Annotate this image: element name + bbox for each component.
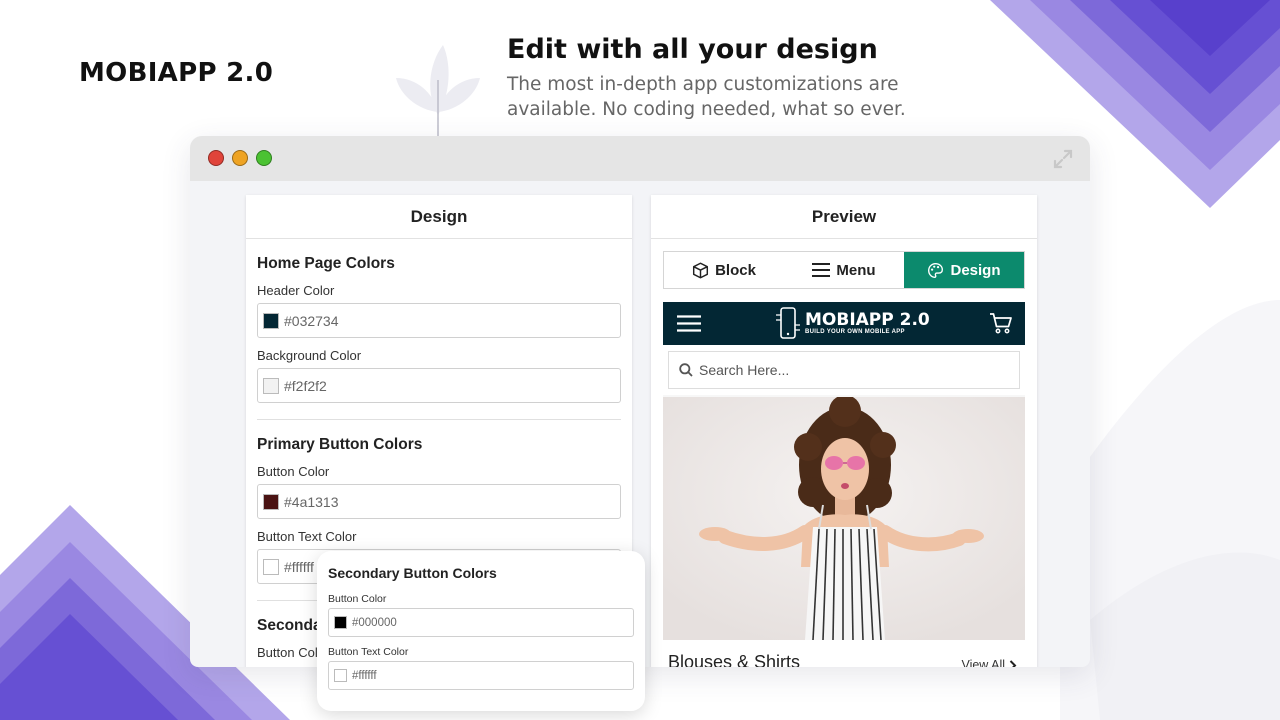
view-all-label: View All [961,658,1005,667]
field-label-button-color: Button Color [257,464,330,479]
chevron-right-icon [1009,659,1017,667]
tab-design-label: Design [950,261,1001,279]
tab-menu-label: Menu [836,261,876,279]
field-label-header-color: Header Color [257,283,335,298]
tab-design[interactable]: Design [904,252,1024,288]
background-color-input[interactable]: #f2f2f2 [257,368,621,403]
color-swatch[interactable] [263,312,279,329]
window-titlebar [190,136,1090,181]
view-all-link[interactable]: View All [961,658,1017,667]
header-color-input[interactable]: #032734 [257,303,621,338]
search-placeholder: Search Here... [699,362,790,378]
app-logo-title: MOBIAPP 2.0 [805,310,930,330]
color-swatch[interactable] [263,493,279,510]
phone-preview: MOBIAPP 2.0 BUILD YOUR OWN MOBILE APP Se… [663,302,1025,667]
section-divider [257,419,621,420]
tab-block-label: Block [715,261,756,279]
app-logo: MOBIAPP 2.0 BUILD YOUR OWN MOBILE APP [775,307,930,339]
secondary-button-text-color-input[interactable]: #ffffff [328,661,634,690]
hero-banner-image[interactable] [663,397,1025,640]
section-title-primary-button-colors: Primary Button Colors [257,436,423,453]
color-value: #032734 [284,312,339,329]
menu-icon [812,263,831,277]
search-input[interactable]: Search Here... [668,351,1020,389]
preview-panel-title: Preview [651,195,1037,239]
hamburger-menu-icon[interactable] [677,315,701,332]
color-value: #f2f2f2 [284,377,327,394]
search-bar: Search Here... [663,345,1025,395]
color-swatch[interactable] [334,669,347,682]
tab-block[interactable]: Block [664,252,784,288]
brand-title: MOBIAPP 2.0 [79,58,274,88]
collection-header: Blouses & Shirts View All [663,640,1025,667]
popup-label-button-text-color: Button Text Color [328,646,409,658]
color-value: #000000 [352,616,397,629]
hero-illustration [663,397,1025,640]
close-window-button[interactable] [208,150,224,166]
cube-icon [693,262,709,278]
headline: Edit with all your design [507,34,878,65]
secondary-button-color-input[interactable]: #000000 [328,608,634,637]
color-value: #ffffff [352,669,377,682]
preview-panel: Preview Block Menu Design MOBIAPP 2.0 BU… [651,195,1037,667]
primary-button-color-input[interactable]: #4a1313 [257,484,621,519]
subtext: The most in-depth app customizations are… [507,74,906,120]
color-swatch[interactable] [263,377,279,394]
phone-logo-icon [776,307,800,339]
color-swatch[interactable] [334,616,347,629]
tab-menu[interactable]: Menu [784,252,904,288]
preview-tabs: Block Menu Design [663,251,1025,289]
color-swatch[interactable] [263,558,279,575]
palette-icon [928,262,944,278]
minimize-window-button[interactable] [232,150,248,166]
secondary-button-colors-card: Secondary Button Colors Button Color #00… [317,551,645,711]
field-label-button-text-color: Button Text Color [257,529,357,544]
expand-icon[interactable] [1052,148,1074,170]
design-panel-title: Design [246,195,632,239]
field-label-background-color: Background Color [257,348,362,363]
color-value: #ffffff [284,558,314,575]
collection-title: Blouses & Shirts [668,652,801,667]
app-header: MOBIAPP 2.0 BUILD YOUR OWN MOBILE APP [663,302,1025,345]
search-icon [679,363,693,377]
section-title-home-page-colors: Home Page Colors [257,255,395,272]
popup-label-button-color: Button Color [328,593,387,605]
popup-title: Secondary Button Colors [328,565,497,581]
maximize-window-button[interactable] [256,150,272,166]
color-value: #4a1313 [284,493,339,510]
cart-icon[interactable] [989,312,1013,334]
